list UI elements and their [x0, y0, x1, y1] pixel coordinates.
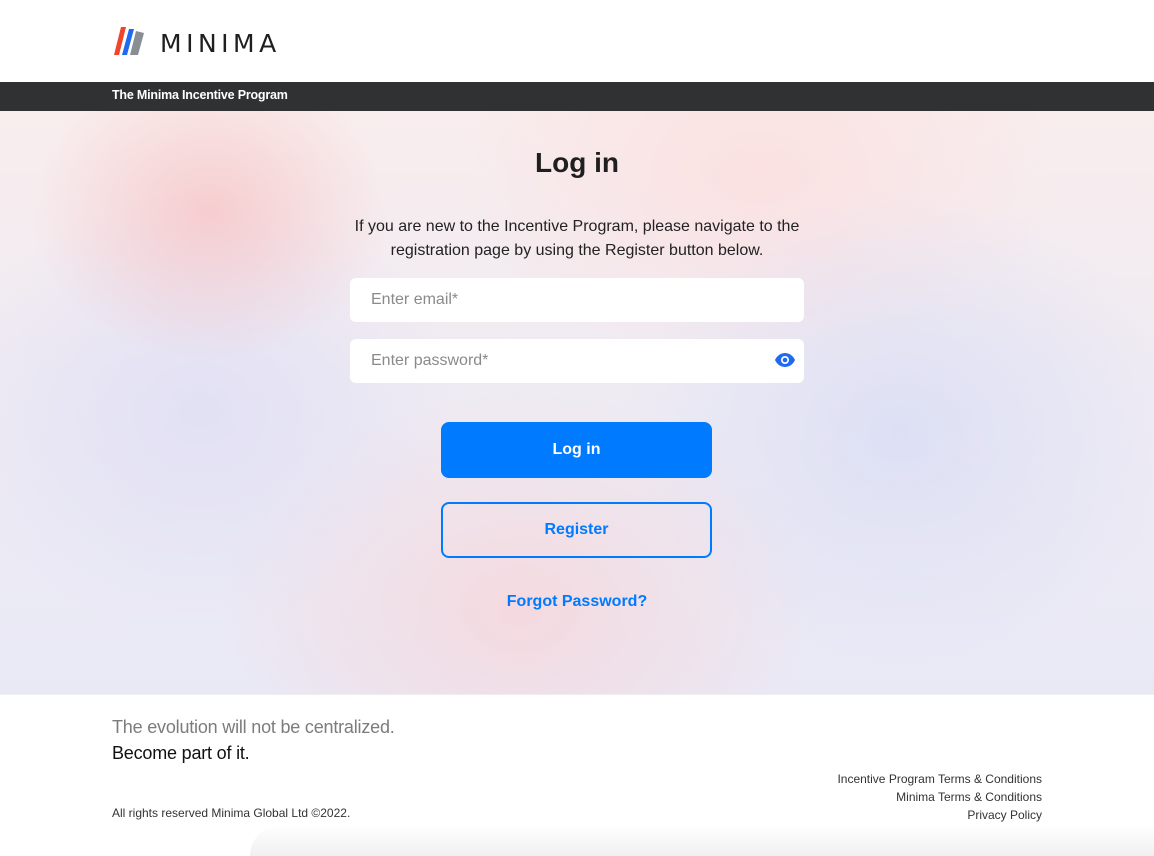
minima-terms-link[interactable]: Minima Terms & Conditions [837, 788, 1042, 806]
page-title: Log in [535, 147, 619, 178]
eye-icon[interactable] [774, 351, 796, 369]
login-section: Log in If you are new to the Incentive P… [0, 111, 1154, 694]
forgot-password-link[interactable]: Forgot Password? [507, 593, 647, 610]
footer-links: Incentive Program Terms & Conditions Min… [837, 770, 1042, 824]
email-field[interactable] [350, 278, 804, 322]
incentive-terms-link[interactable]: Incentive Program Terms & Conditions [837, 770, 1042, 788]
minima-logo-icon [114, 27, 144, 55]
privacy-policy-link[interactable]: Privacy Policy [837, 806, 1042, 824]
footer-tagline: The evolution will not be centralized. [112, 717, 395, 737]
footer-tagline-cta: Become part of it. [112, 743, 250, 763]
password-field[interactable] [350, 339, 804, 383]
bottom-shadow [250, 825, 1154, 856]
logo-text: MINIMA [160, 29, 281, 58]
copyright-text: All rights reserved Minima Global Ltd ©2… [112, 806, 351, 820]
forgot-password-row: Forgot Password? [0, 593, 1154, 611]
program-title: The Minima Incentive Program [112, 88, 288, 102]
login-button[interactable]: Log in [441, 422, 712, 478]
header: MINIMA [0, 0, 1154, 82]
minima-logo[interactable]: MINIMA [112, 25, 281, 58]
register-button[interactable]: Register [441, 502, 712, 558]
program-bar: The Minima Incentive Program [0, 82, 1154, 111]
intro-text: If you are new to the Incentive Program,… [354, 218, 800, 259]
